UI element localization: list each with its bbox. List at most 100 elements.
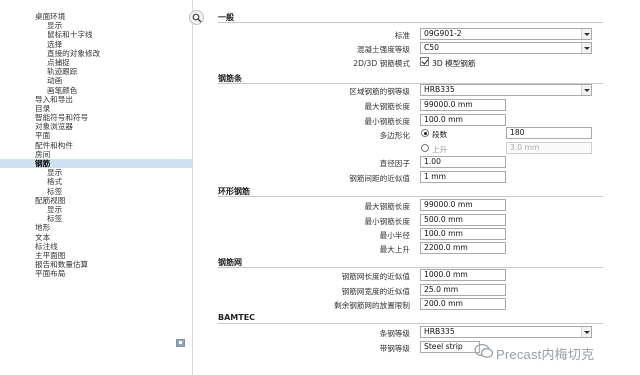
tree-item-label: 智能符号和符号 — [35, 113, 89, 123]
tree-item[interactable]: 画笔颜色 — [0, 86, 192, 95]
bar-grade-label: 区域钢筋的钢等级 — [349, 87, 410, 96]
tree-item[interactable]: 显示 — [0, 21, 192, 30]
tree-item-label: 显示 — [47, 21, 63, 31]
tree-item-label: 对象浏览器 — [35, 122, 73, 132]
settings-panel: 一般 标准 09G901-2 混凝土强度等级 C50 2D/3D 钢筋模式 3D… — [214, 0, 640, 375]
section-divider — [218, 267, 603, 268]
tree-item[interactable]: 文本 — [0, 233, 192, 242]
watermark-text: Precast内梅切克 — [496, 347, 595, 362]
tree-item[interactable]: 格式 — [0, 177, 192, 186]
bar-grade-value: HRB335 — [424, 85, 455, 94]
section-divider — [218, 22, 603, 23]
tree-item-label: 主平面图 — [35, 250, 66, 260]
tree-item[interactable]: 标签 — [0, 214, 192, 223]
chevron-down-icon[interactable] — [581, 85, 591, 95]
tree-item-label: 标注线 — [35, 241, 58, 251]
standard-select[interactable]: 09G901-2 — [420, 28, 592, 40]
mesh-limit-input[interactable]: 200.0 mm — [420, 298, 506, 310]
ring-min-radius-input[interactable]: 100.0 mm — [420, 228, 506, 240]
bamtec-strip-value: Steel strip — [424, 342, 463, 351]
mesh-width-input[interactable]: 25.0 mm — [420, 284, 506, 296]
collapse-icon[interactable]: ▪ — [176, 339, 185, 347]
tree-item[interactable]: 轨迹跟踪 — [0, 67, 192, 76]
bar-max-len-input[interactable]: 99000.0 mm — [420, 99, 506, 111]
concrete-label: 混凝土强度等级 — [356, 45, 410, 54]
concrete-select[interactable]: C50 — [420, 42, 592, 54]
ring-max-len-input[interactable]: 99000.0 mm — [420, 199, 506, 211]
diameter-factor-label: 直径因子 — [379, 159, 410, 168]
approx-input[interactable]: 1 mm — [420, 171, 506, 183]
tree-item-label: 格式 — [47, 177, 63, 187]
bar-min-len-input[interactable]: 100.0 mm — [420, 114, 506, 126]
standard-label: 标准 — [394, 31, 410, 40]
tree-item[interactable]: 动画 — [0, 76, 192, 85]
tree-item[interactable]: 点捕捉 — [0, 58, 192, 67]
ring-min-radius-label: 最小半径 — [379, 231, 410, 240]
tree-item[interactable]: 平面 — [0, 131, 192, 140]
tree-item[interactable]: 标签 — [0, 187, 192, 196]
tree-item[interactable]: 配筋视图 — [0, 196, 192, 205]
tree-item[interactable]: 显示 — [0, 168, 192, 177]
ring-max-rise-input[interactable]: 2200.0 mm — [420, 242, 506, 254]
rise-radio-label: 上升 — [432, 145, 448, 154]
tree-item-label: 配筋视图 — [35, 195, 66, 205]
tree-item-label: 画笔颜色 — [47, 85, 78, 95]
diameter-factor-input[interactable]: 1.00 — [420, 156, 506, 168]
ring-max-rise-label: 最大上升 — [379, 245, 410, 254]
tree-item[interactable]: 导入和导出 — [0, 95, 192, 104]
ring-min-len-label: 最小钢筋长度 — [364, 217, 410, 226]
tree-item-label: 标签 — [47, 214, 63, 224]
tree-item[interactable]: 目录 — [0, 104, 192, 113]
tree-item-label: 轨迹跟踪 — [47, 67, 78, 77]
tree-item[interactable]: 对象浏览器 — [0, 122, 192, 131]
bar-min-len-label: 最小钢筋长度 — [364, 117, 410, 126]
ring-min-len-input[interactable]: 500.0 mm — [420, 214, 506, 226]
bamtec-strip-select[interactable]: Steel strip — [420, 341, 480, 353]
search-icon[interactable] — [189, 10, 204, 25]
mesh-limit-label: 剩余钢筋网的放置限制 — [334, 301, 410, 310]
segments-radio-label: 段数 — [432, 130, 448, 139]
wechat-icon — [474, 343, 494, 358]
tree-item[interactable]: 标注线 — [0, 242, 192, 251]
mesh-len-label: 钢筋网长度的近似值 — [341, 272, 410, 281]
standard-value: 09G901-2 — [424, 29, 462, 38]
tree-item-label: 地形 — [35, 223, 51, 233]
tree-item[interactable]: 平面布局 — [0, 269, 192, 278]
concrete-value: C50 — [424, 43, 439, 52]
tree-item[interactable]: 配件和构件 — [0, 141, 192, 150]
tree-item[interactable]: 鼠标和十字线 — [0, 30, 192, 39]
tree-item[interactable]: 地形 — [0, 223, 192, 232]
tree-list: 桌面环境 显示 鼠标和十字线 选择 直接的对象修改 点捕捉 轨迹跟踪 动画 画笔颜色 导入和导出目… — [0, 0, 192, 278]
bamtec-grade-select[interactable]: HRB335 — [420, 326, 592, 338]
watermark: Precast内梅切克 — [474, 341, 636, 363]
tree-item[interactable]: 报告和数量估算 — [0, 260, 192, 269]
bar-max-len-label: 最大钢筋长度 — [364, 102, 410, 111]
poly-label: 多边形化 — [379, 131, 410, 140]
tree-item[interactable]: 桌面环境 — [0, 12, 192, 21]
segments-input[interactable]: 180 — [506, 127, 592, 139]
tree-item[interactable]: 钢筋 — [0, 159, 192, 169]
tree-item-label: 点捕捉 — [47, 57, 70, 67]
tree-item-label: 显示 — [47, 204, 63, 214]
bar-grade-select[interactable]: HRB335 — [420, 84, 592, 96]
section-bamtec-title: BAMTEC — [218, 313, 256, 322]
tree-item-label: 显示 — [47, 168, 63, 178]
chevron-down-icon[interactable] — [581, 29, 591, 39]
chevron-down-icon[interactable] — [581, 327, 591, 337]
segments-radio[interactable] — [421, 129, 429, 137]
options-tree: 桌面环境 显示 鼠标和十字线 选择 直接的对象修改 点捕捉 轨迹跟踪 动画 画笔颜色 导入和导出目… — [0, 0, 193, 375]
mesh-len-input[interactable]: 1000.0 mm — [420, 269, 506, 281]
chevron-down-icon[interactable] — [581, 43, 591, 53]
tree-item[interactable]: 房间 — [0, 150, 192, 159]
rise-radio[interactable] — [421, 144, 429, 152]
tree-item[interactable]: 主平面图 — [0, 251, 192, 260]
tree-item-label: 标签 — [47, 186, 63, 196]
tree-item[interactable]: 显示 — [0, 205, 192, 214]
approx-label: 钢筋间距的近似值 — [349, 174, 410, 183]
rise-input[interactable]: 3.0 mm — [506, 142, 592, 154]
tree-item[interactable]: 直接的对象修改 — [0, 49, 192, 58]
mode-checkbox[interactable] — [420, 57, 429, 66]
tree-item-label: 动画 — [47, 76, 63, 86]
tree-item[interactable]: 选择 — [0, 40, 192, 49]
tree-item[interactable]: 智能符号和符号 — [0, 113, 192, 122]
